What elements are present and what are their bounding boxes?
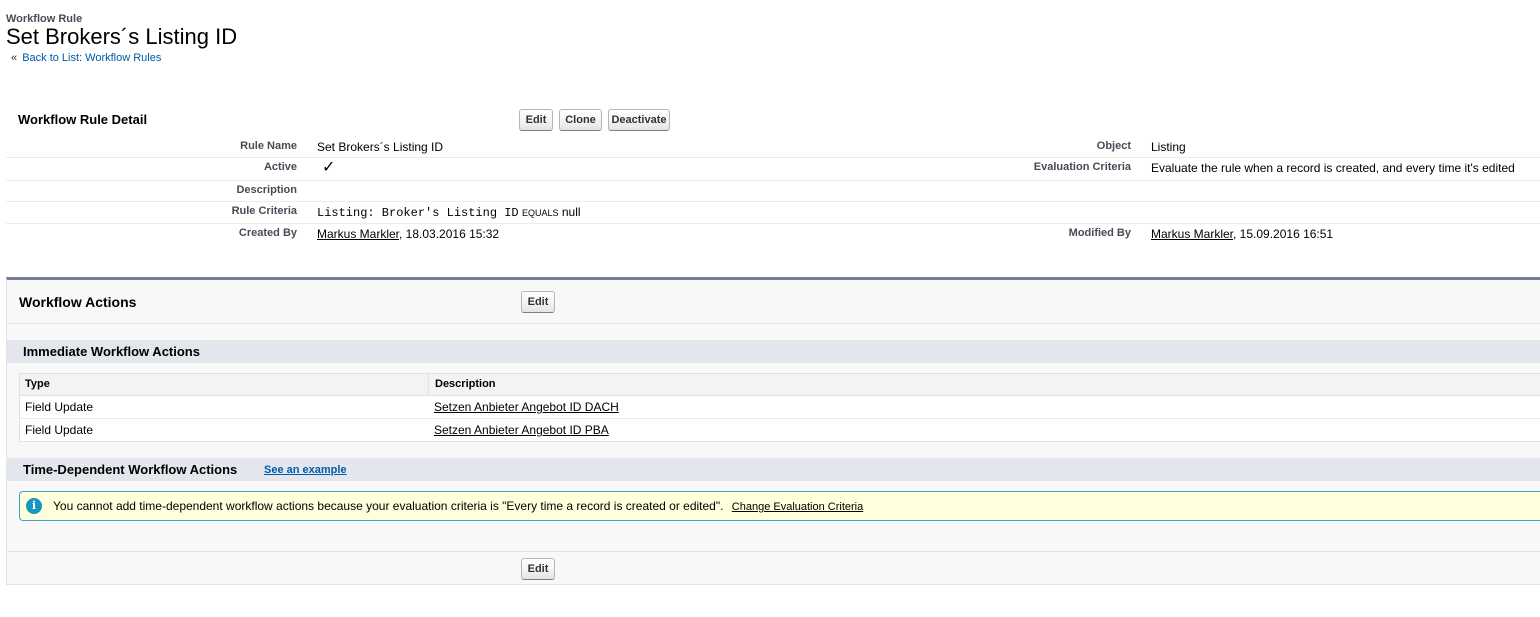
change-evaluation-criteria-link[interactable]: Change Evaluation Criteria [732,501,863,513]
detail-section-title: Workflow Rule Detail [18,112,148,127]
bottom-edit-button[interactable]: Edit [521,558,555,580]
row-divider [6,180,1540,181]
criteria-field: Listing: Broker's Listing ID [317,206,519,220]
info-message-text: You cannot add time-dependent workflow a… [53,499,724,513]
created-by-user-link[interactable]: Markus Markler [317,227,399,241]
see-an-example-link[interactable]: See an example [264,464,347,476]
description-label: Description [236,184,297,196]
created-by-value: Markus Markler, 18.03.2016 15:32 [317,227,499,241]
row-type: Field Update [25,400,94,414]
back-to-list-link[interactable]: Back to List: Workflow Rules [22,52,161,64]
page-title: Set Brokers´s Listing ID [6,24,238,49]
criteria-value: null [561,205,581,219]
immediate-actions-header [6,340,1540,363]
table-header-row [20,374,1540,396]
actions-edit-button[interactable]: Edit [521,291,555,313]
clone-button[interactable]: Clone [559,109,602,131]
table-row[interactable] [20,419,1540,441]
info-icon: i [26,498,42,514]
modified-by-value: Markus Markler, 15.09.2016 16:51 [1151,227,1333,241]
rule-name-value: Set Brokers´s Listing ID [317,140,444,154]
active-label: Active [263,161,297,173]
time-dependent-actions-title: Time-Dependent Workflow Actions [23,462,238,477]
column-header-type: Type [25,378,50,390]
info-message: You cannot add time-dependent workflow a… [53,499,863,513]
back-prefix: « [11,52,18,64]
rule-name-label: Rule Name [240,140,297,152]
created-by-date: , 18.03.2016 15:32 [399,227,500,241]
panel-footer-divider [6,551,1540,552]
row-divider [6,157,1540,158]
evaluation-criteria-value: Evaluate the rule when a record is creat… [1151,161,1515,175]
column-divider [428,374,429,395]
table-row[interactable] [20,396,1540,419]
panel-divider [6,323,1540,324]
object-label: Object [1096,140,1131,152]
deactivate-button[interactable]: Deactivate [608,109,670,131]
field-update-link[interactable]: Setzen Anbieter Angebot ID PBA [434,423,609,437]
row-divider [6,223,1540,224]
row-type: Field Update [25,423,94,437]
modified-by-date: , 15.09.2016 16:51 [1233,227,1334,241]
modified-by-user-link[interactable]: Markus Markler [1151,227,1233,241]
rule-criteria-value: Listing: Broker's Listing ID EQUALS null [317,205,581,220]
field-update-link[interactable]: Setzen Anbieter Angebot ID DACH [434,400,619,414]
created-by-label: Created By [238,227,297,239]
rule-criteria-label: Rule Criteria [231,205,297,217]
immediate-actions-title: Immediate Workflow Actions [23,344,200,359]
criteria-operator: EQUALS [521,208,559,218]
row-divider [6,201,1540,202]
object-value: Listing [1151,140,1186,154]
workflow-actions-title: Workflow Actions [19,294,137,310]
edit-button[interactable]: Edit [519,109,553,131]
modified-by-label: Modified By [1068,227,1131,239]
active-checkmark-icon: ✓ [322,159,336,176]
column-header-description: Description [435,378,496,390]
evaluation-criteria-label: Evaluation Criteria [1033,161,1131,173]
back-to-list[interactable]: « Back to List: Workflow Rules [11,52,161,64]
